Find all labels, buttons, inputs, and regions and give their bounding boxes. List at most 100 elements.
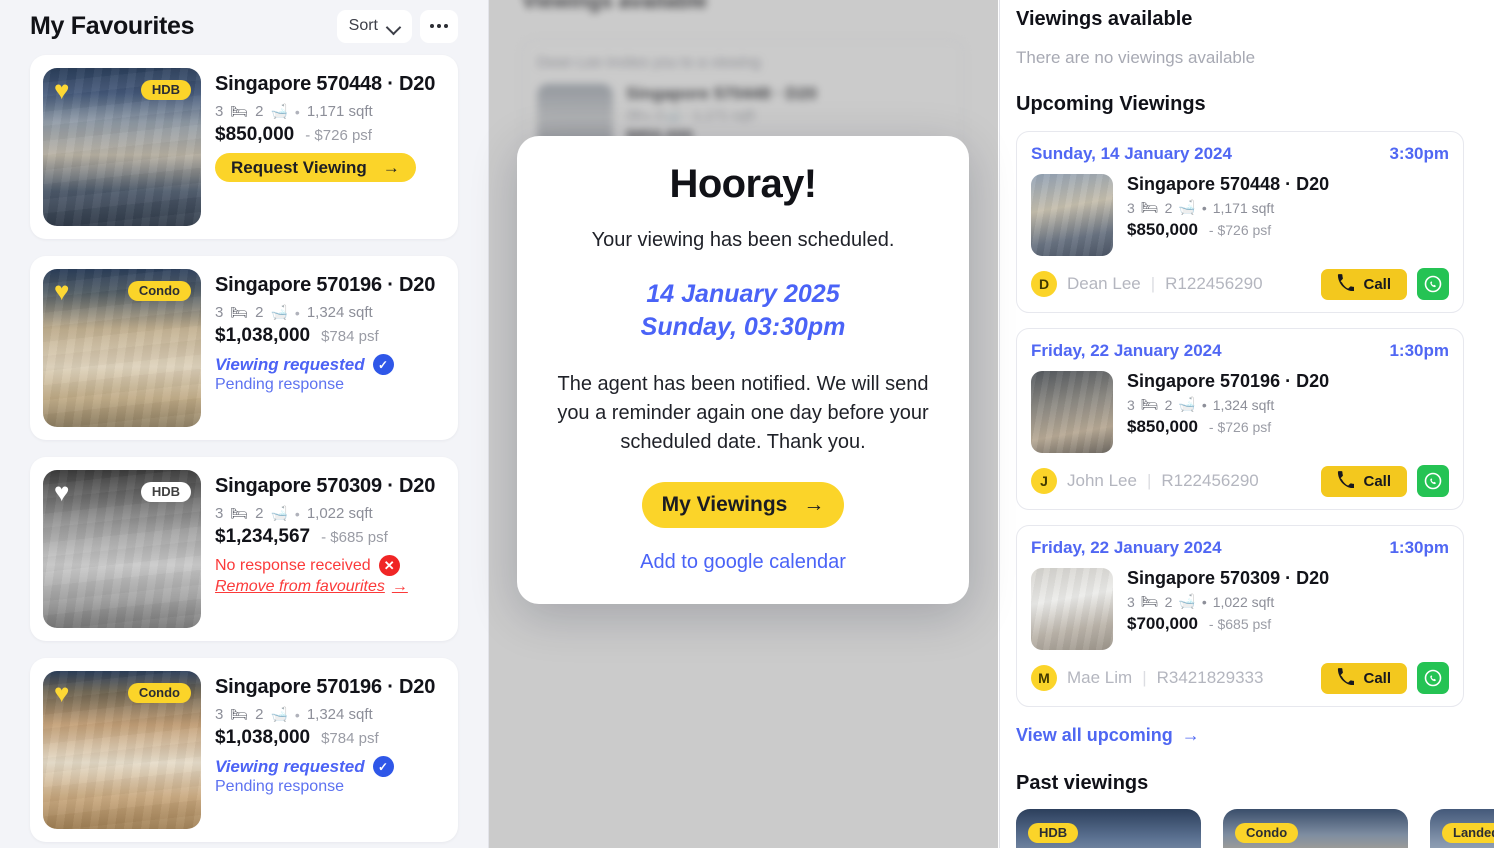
past-viewing-card[interactable]: Condo xyxy=(1223,809,1408,848)
bath-count: 2 xyxy=(1164,199,1173,216)
whatsapp-button[interactable] xyxy=(1417,268,1449,300)
bed-icon: 🛏 xyxy=(230,103,249,120)
property-title: Singapore 570196 · D20 xyxy=(1127,371,1330,391)
property-specs: 3 🛏 2 🛁 • 1,171 sqft xyxy=(215,103,445,120)
bath-count: 2 xyxy=(255,304,264,322)
bed-count: 3 xyxy=(1127,396,1135,413)
panel-divider xyxy=(488,0,489,848)
favourite-card-info: Singapore 570196 · D20 3 🛏 2 🛁 • 1,324 s… xyxy=(215,269,445,427)
bath-icon: 🛁 xyxy=(1178,593,1196,609)
viewing-date: Friday, 22 January 2024 xyxy=(1031,341,1222,360)
bed-count: 3 xyxy=(1127,593,1135,610)
viewing-card[interactable]: Friday, 22 January 2024 1:30pm Singapore… xyxy=(1016,525,1464,707)
property-type-badge: Condo xyxy=(1235,823,1299,843)
past-viewing-card[interactable]: HDB xyxy=(1016,809,1201,848)
viewing-error-status: No response received ✕ xyxy=(215,555,445,577)
arrow-right-icon: → xyxy=(803,493,825,516)
property-psf: $784 psf xyxy=(321,730,379,748)
viewing-time: 3:30pm xyxy=(1389,144,1449,163)
call-button[interactable]: Call xyxy=(1321,268,1407,300)
bath-count: 2 xyxy=(255,103,264,121)
property-price-row: $700,000 - $685 psf xyxy=(1127,614,1449,634)
my-viewings-button[interactable]: My Viewings → xyxy=(642,482,844,528)
property-type-badge: Condo xyxy=(127,281,191,301)
property-thumbnail[interactable] xyxy=(1031,371,1113,453)
viewing-card[interactable]: Friday, 22 January 2024 1:30pm Singapore… xyxy=(1016,328,1464,510)
property-price: $1,038,000 xyxy=(215,727,311,749)
property-price: $700,000 xyxy=(1127,614,1198,633)
viewing-body: Singapore 570309 · D20 3 🛏 2 🛁 • 1,022 s… xyxy=(1031,568,1449,650)
status-subtext: Pending response xyxy=(215,376,344,394)
viewings-available-empty: There are no viewings available xyxy=(1016,48,1256,67)
favourite-card-info: Singapore 570196 · D20 3 🛏 2 🛁 • 1,324 s… xyxy=(215,671,445,829)
remove-from-favourites-link[interactable]: Remove from favourites → xyxy=(215,578,445,596)
sort-button[interactable]: Sort xyxy=(336,9,412,43)
request-viewing-label: Request Viewing xyxy=(231,157,367,177)
call-label: Call xyxy=(1363,275,1391,293)
property-specs: 3 🛏 2 🛁 • 1,022 sqft xyxy=(215,505,445,522)
favourite-card[interactable]: ♥ HDB Singapore 570309 · D20 3 🛏 2 🛁 • 1… xyxy=(30,457,458,641)
agent-name: Dean Lee xyxy=(1067,274,1141,293)
property-type-badge: HDB xyxy=(1028,823,1079,843)
property-area: 1,171 sqft xyxy=(306,103,373,121)
favourite-card[interactable]: ♥ Condo Singapore 570196 · D20 3 🛏 2 🛁 •… xyxy=(30,256,458,440)
agent-license: R122456290 xyxy=(1165,274,1263,293)
property-thumbnail[interactable] xyxy=(1031,174,1113,256)
remove-label: Remove from favourites xyxy=(215,578,385,596)
property-thumbnail[interactable] xyxy=(1031,568,1113,650)
agent-name: Mae Lim xyxy=(1067,668,1133,687)
property-thumbnail[interactable]: ♥ HDB xyxy=(43,68,201,226)
heart-icon[interactable]: ♥ xyxy=(54,278,69,304)
separator-dot: • xyxy=(1201,593,1207,610)
request-viewing-button[interactable]: Request Viewing → xyxy=(215,153,416,183)
bed-count: 3 xyxy=(215,505,224,523)
viewing-property-info: Singapore 570309 · D20 3 🛏 2 🛁 • 1,022 s… xyxy=(1127,568,1449,650)
property-area: 1,324 sqft xyxy=(306,304,373,322)
heart-icon[interactable]: ♥ xyxy=(54,479,69,505)
dot-icon xyxy=(430,24,434,28)
divider: | xyxy=(1142,668,1147,687)
favourite-card[interactable]: ♥ HDB Singapore 570448 · D20 3 🛏 2 🛁 • 1… xyxy=(30,55,458,239)
call-button[interactable]: Call xyxy=(1321,465,1407,497)
favourite-card[interactable]: ♥ Condo Singapore 570196 · D20 3 🛏 2 🛁 •… xyxy=(30,658,458,842)
status-text: Viewing requested xyxy=(215,354,365,374)
viewing-header: Friday, 22 January 2024 1:30pm xyxy=(1031,538,1449,558)
dot-icon xyxy=(437,24,441,28)
view-all-upcoming-link[interactable]: View all upcoming → xyxy=(1016,725,1464,746)
bed-count: 3 xyxy=(215,304,224,322)
property-thumbnail[interactable]: ♥ HDB xyxy=(43,470,201,628)
viewing-property-info: Singapore 570196 · D20 3 🛏 2 🛁 • 1,324 s… xyxy=(1127,371,1449,453)
past-viewings-row: HDB Condo Landed xyxy=(1016,809,1494,848)
add-to-google-calendar-link[interactable]: Add to google calendar xyxy=(551,551,935,574)
property-price: $1,234,567 xyxy=(215,526,311,548)
property-area: 1,022 sqft xyxy=(306,505,373,523)
viewing-time: 1:30pm xyxy=(1389,538,1449,557)
whatsapp-button[interactable] xyxy=(1417,662,1449,694)
bed-icon: 🛏 xyxy=(230,706,249,723)
modal-panel: Hooray! Your viewing has been scheduled.… xyxy=(517,136,969,604)
viewing-header: Sunday, 14 January 2024 3:30pm xyxy=(1031,144,1449,164)
viewing-card[interactable]: Sunday, 14 January 2024 3:30pm Singapore… xyxy=(1016,131,1464,313)
property-price-row: $1,234,567 - $685 psf xyxy=(215,526,445,548)
viewing-agent-row: M Mae Lim | R3421829333 Call xyxy=(1031,662,1449,694)
whatsapp-icon xyxy=(1424,275,1442,293)
bath-icon: 🛁 xyxy=(1178,199,1196,215)
heart-icon[interactable]: ♥ xyxy=(54,680,69,706)
call-button[interactable]: Call xyxy=(1321,662,1407,694)
more-options-button[interactable] xyxy=(420,9,458,43)
bath-count: 2 xyxy=(255,505,264,523)
viewing-date: Friday, 22 January 2024 xyxy=(1031,538,1222,557)
property-type-badge: Condo xyxy=(127,683,191,703)
check-icon: ✓ xyxy=(372,756,394,778)
property-thumbnail[interactable]: ♥ Condo xyxy=(43,671,201,829)
past-viewing-card[interactable]: Landed xyxy=(1430,809,1494,848)
property-title: Singapore 570448 · D20 xyxy=(1127,174,1330,194)
whatsapp-button[interactable] xyxy=(1417,465,1449,497)
viewing-status: Viewing requested ✓ xyxy=(215,354,445,376)
heart-icon[interactable]: ♥ xyxy=(54,77,69,103)
phone-icon xyxy=(1337,273,1355,295)
phone-icon xyxy=(1337,470,1355,492)
favourites-header: My Favourites Sort xyxy=(30,0,458,48)
property-price-row: $850,000 - $726 psf xyxy=(1127,220,1449,240)
property-thumbnail[interactable]: ♥ Condo xyxy=(43,269,201,427)
